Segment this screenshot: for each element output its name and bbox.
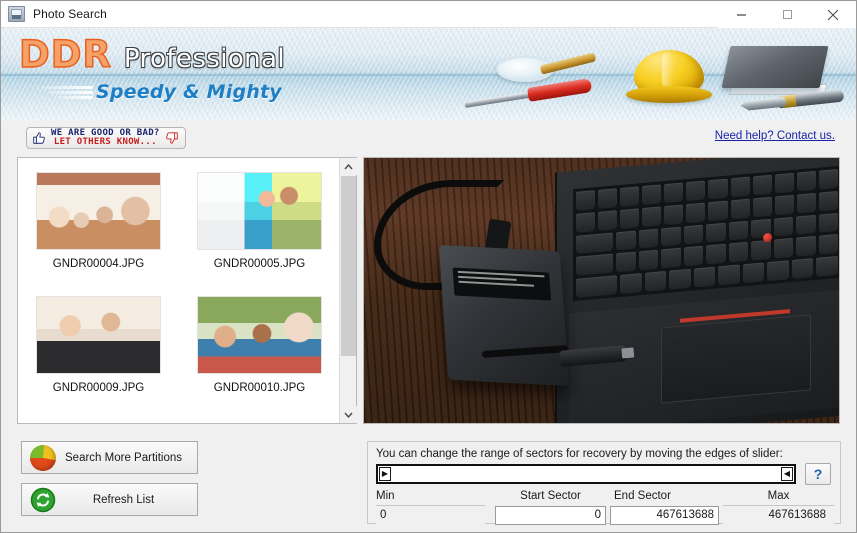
end-sector-input[interactable] bbox=[610, 505, 720, 525]
thumbnail-label: GNDR00005.JPG bbox=[213, 258, 306, 270]
min-field-group: Min bbox=[376, 490, 486, 524]
thumbnail-image[interactable] bbox=[36, 172, 161, 250]
product-logo: DDR Professional bbox=[18, 33, 285, 76]
pie-chart-icon bbox=[30, 444, 56, 471]
feedback-text: WE ARE GOOD OR BAD? LET OTHERS KNOW... bbox=[51, 128, 160, 148]
start-sector-field-group: Start Sector bbox=[495, 490, 606, 525]
app-icon bbox=[8, 6, 25, 22]
question-mark-icon: ? bbox=[813, 466, 823, 482]
thumbnail-scrollbar[interactable] bbox=[339, 158, 357, 423]
screwdriver-icon bbox=[464, 78, 593, 111]
feedback-button[interactable]: WE ARE GOOD OR BAD? LET OTHERS KNOW... bbox=[26, 127, 186, 149]
product-banner: DDR Professional Speedy & Mighty bbox=[1, 28, 856, 121]
close-button[interactable] bbox=[810, 1, 856, 28]
hard-hat-icon bbox=[626, 50, 712, 106]
scrollbar-thumb[interactable] bbox=[341, 176, 356, 356]
feedback-line-2: LET OTHERS KNOW... bbox=[53, 137, 157, 147]
end-sector-field-group: End Sector bbox=[610, 490, 720, 525]
sector-range-hint: You can change the range of sectors for … bbox=[376, 448, 783, 460]
slider-right-handle-glyph: ◀ bbox=[783, 469, 791, 478]
end-sector-label: End Sector bbox=[614, 490, 671, 502]
sector-fields-row: Min Start Sector End Sector Max bbox=[376, 490, 834, 525]
slider-right-handle[interactable]: ◀ bbox=[781, 467, 793, 481]
product-tagline: Speedy & Mighty bbox=[96, 81, 282, 103]
logo-professional-text: Professional bbox=[123, 44, 285, 74]
preview-photo bbox=[364, 158, 839, 423]
title-bar: Photo Search bbox=[1, 1, 856, 28]
thumbnail-label: GNDR00009.JPG bbox=[52, 382, 145, 394]
thumbnail-grid-container: GNDR00004.JPG GNDR00005.JPG GNDR00009.JP… bbox=[18, 158, 340, 423]
list-item[interactable]: GNDR00004.JPG bbox=[18, 172, 179, 270]
banner-tool-illustrations bbox=[426, 28, 856, 121]
hard-drive-label bbox=[452, 267, 552, 301]
list-item[interactable]: GNDR00009.JPG bbox=[18, 296, 179, 394]
action-button-column: Search More Partitions Refresh List bbox=[21, 441, 198, 525]
min-value-input bbox=[376, 505, 486, 524]
max-value-input bbox=[723, 505, 834, 524]
min-label: Min bbox=[376, 490, 395, 502]
list-item[interactable]: GNDR00005.JPG bbox=[179, 172, 340, 270]
start-sector-input[interactable] bbox=[495, 505, 606, 525]
thumbnail-image[interactable] bbox=[197, 296, 322, 374]
thumbs-down-icon bbox=[165, 132, 178, 144]
list-item[interactable]: GNDR00010.JPG bbox=[179, 296, 340, 394]
laptop-touchpad bbox=[661, 309, 811, 404]
scroll-up-arrow-icon[interactable] bbox=[340, 158, 357, 175]
feedback-row: WE ARE GOOD OR BAD? LET OTHERS KNOW... N… bbox=[1, 123, 856, 153]
slider-left-handle-glyph: ▶ bbox=[381, 469, 389, 478]
max-label: Max bbox=[767, 490, 790, 502]
refresh-icon bbox=[30, 487, 56, 512]
minimize-button[interactable] bbox=[718, 1, 764, 28]
refresh-list-label: Refresh List bbox=[92, 493, 155, 506]
slider-left-handle[interactable]: ▶ bbox=[379, 467, 391, 481]
laptop-illustration bbox=[555, 158, 839, 423]
refresh-list-button[interactable]: Refresh List bbox=[21, 483, 198, 516]
thumbnail-image[interactable] bbox=[197, 172, 322, 250]
external-hard-drive bbox=[438, 245, 570, 386]
laptop-keyboard bbox=[573, 165, 839, 302]
thumbnail-label: GNDR00010.JPG bbox=[213, 382, 306, 394]
sector-range-slider[interactable]: ▶ ◀ bbox=[376, 464, 796, 484]
thumbnail-label: GNDR00004.JPG bbox=[52, 258, 145, 270]
sector-range-panel: You can change the range of sectors for … bbox=[367, 441, 841, 525]
photo-search-window: Photo Search DDR Professional Speedy & M… bbox=[0, 0, 857, 533]
sector-help-button[interactable]: ? bbox=[805, 463, 831, 485]
search-more-partitions-button[interactable]: Search More Partitions bbox=[21, 441, 198, 474]
image-preview-panel bbox=[363, 157, 840, 424]
need-help-link[interactable]: Need help? Contact us. bbox=[715, 130, 835, 142]
thumbnail-grid: GNDR00004.JPG GNDR00005.JPG GNDR00009.JP… bbox=[18, 172, 340, 394]
thumbnail-image[interactable] bbox=[36, 296, 161, 374]
thumbs-up-icon bbox=[33, 132, 45, 144]
search-more-partitions-label: Search More Partitions bbox=[65, 451, 182, 464]
window-title: Photo Search bbox=[33, 7, 107, 21]
magnifier-icon bbox=[496, 56, 554, 82]
thumbnail-list-panel: GNDR00004.JPG GNDR00005.JPG GNDR00009.JP… bbox=[17, 157, 357, 424]
tagline-dash-decoration bbox=[41, 86, 93, 100]
maximize-button[interactable] bbox=[764, 1, 810, 28]
logo-ddr-text: DDR bbox=[18, 33, 112, 76]
max-field-group: Max bbox=[723, 490, 834, 524]
start-sector-label: Start Sector bbox=[520, 490, 581, 502]
scroll-down-arrow-icon[interactable] bbox=[340, 406, 357, 423]
window-controls bbox=[718, 1, 856, 28]
